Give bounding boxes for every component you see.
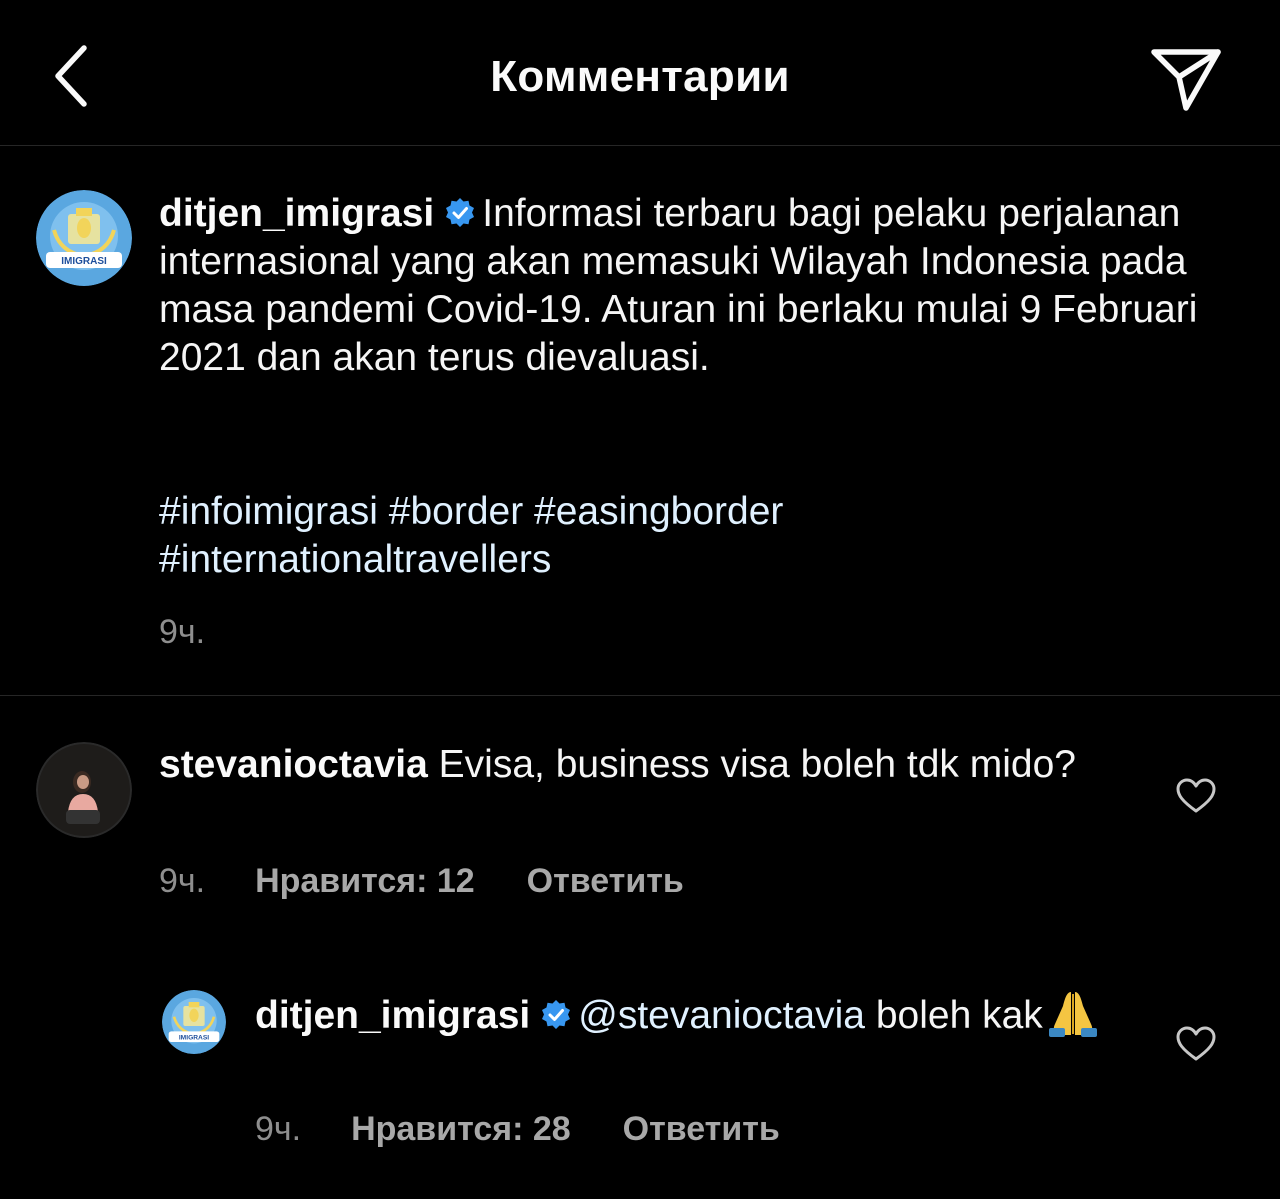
verified-badge-icon	[542, 1000, 571, 1029]
svg-text:IMIGRASI: IMIGRASI	[179, 1034, 209, 1041]
caption-timestamp: 9ч.	[159, 613, 206, 651]
share-button[interactable]	[1148, 44, 1224, 112]
post-caption: IMIGRASI ditjen_imigrasi Informasi terbar…	[0, 146, 1280, 696]
comment-text: stevanioctavia Evisa, business visa bole…	[159, 741, 1119, 789]
hashtag-link[interactable]: #infoimigrasi	[159, 490, 378, 533]
hashtags: #infoimigrasi #border #easingborder #int…	[159, 488, 1229, 584]
reply-meta: 9ч. Нравится: 28 Ответить	[255, 1110, 780, 1149]
imigrasi-logo-icon: IMIGRASI	[162, 990, 226, 1054]
imigrasi-logo-icon: IMIGRASI	[36, 190, 132, 286]
comment-timestamp: 9ч.	[159, 862, 206, 900]
reply-button[interactable]: Ответить	[527, 862, 684, 900]
username[interactable]: ditjen_imigrasi	[159, 192, 434, 235]
mention-link[interactable]: @stevanioctavia	[578, 994, 865, 1037]
page-title: Комментарии	[490, 52, 790, 101]
avatar[interactable]: IMIGRASI	[36, 190, 132, 286]
paper-plane-icon	[1151, 49, 1221, 111]
caption-text: ditjen_imigrasi Informasi terbaru bagi pe…	[159, 190, 1229, 382]
hashtag-link[interactable]: #internationaltravellers	[159, 538, 551, 581]
svg-text:IMIGRASI: IMIGRASI	[61, 256, 107, 267]
comment-meta: 9ч. Нравится: 12 Ответить	[159, 862, 684, 901]
verified-badge-icon	[446, 198, 475, 227]
reply-button[interactable]: Ответить	[623, 1110, 780, 1148]
username[interactable]: stevanioctavia	[159, 743, 428, 786]
heart-icon	[1176, 1026, 1216, 1061]
hashtag-link[interactable]: #border	[389, 490, 523, 533]
heart-icon	[1176, 778, 1216, 813]
avatar[interactable]	[36, 742, 132, 838]
like-button[interactable]	[1176, 778, 1216, 814]
reply-body: boleh kak	[875, 994, 1043, 1037]
comment-body: Evisa, business visa boleh tdk mido?	[438, 743, 1076, 786]
avatar[interactable]: IMIGRASI	[162, 990, 226, 1054]
reply-timestamp: 9ч.	[255, 1110, 302, 1148]
likes-count-button[interactable]: Нравится: 28	[351, 1110, 571, 1148]
hashtag-link[interactable]: #easingborder	[534, 490, 783, 533]
header-bar: Комментарии	[0, 0, 1280, 146]
like-button[interactable]	[1176, 1026, 1216, 1062]
folded-hands-emoji-icon	[1043, 988, 1103, 1038]
likes-count-button[interactable]: Нравится: 12	[255, 862, 475, 900]
reply-text: ditjen_imigrasi @stevanioctavia boleh kak	[255, 988, 1125, 1040]
user-photo-icon	[36, 742, 132, 838]
username[interactable]: ditjen_imigrasi	[255, 994, 530, 1037]
